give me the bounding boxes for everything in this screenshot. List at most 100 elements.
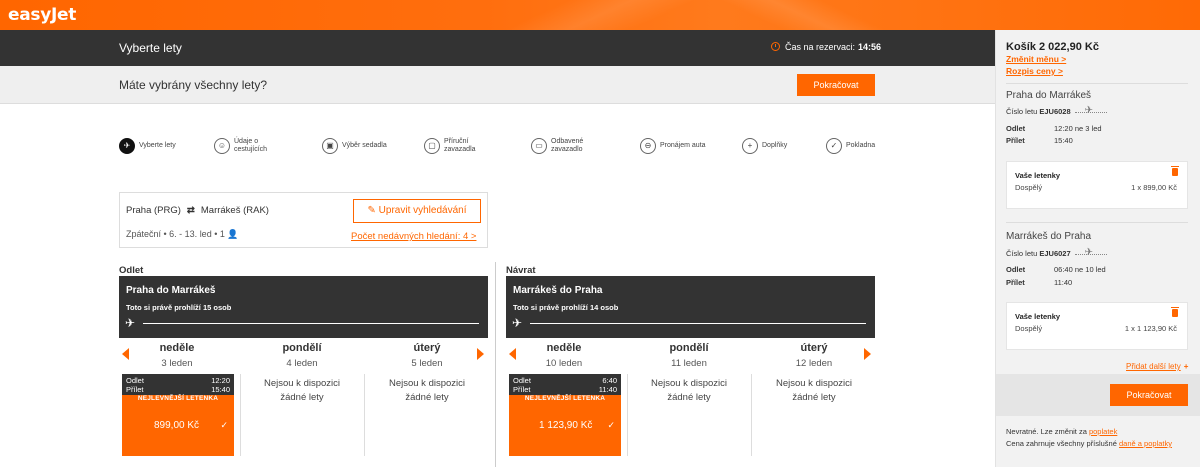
day-name: neděle [546, 342, 582, 354]
fare-price: 899,00 Kč [154, 420, 200, 431]
no-flights-line: Nejsou k dispozici [388, 378, 466, 389]
cart-total: Košík 2 022,90 Kč [1006, 41, 1099, 53]
timer-value: 14:56 [858, 42, 882, 52]
day-name: pondělí [669, 342, 709, 354]
inbound-viewers: Toto si právě prohlíží 14 osob [513, 303, 619, 312]
step-passenger-details[interactable]: ☺ Údaje o cestujících [214, 138, 282, 154]
dep-label: Odlet [126, 376, 144, 385]
continue-button-cart[interactable]: Pokračovat [1110, 384, 1188, 406]
day-date: 3 leden [161, 358, 193, 369]
step-label: Pronájem auta [660, 142, 706, 149]
day-name: pondělí [282, 342, 322, 354]
taxes-fees-link[interactable]: daně a poplatky [1119, 439, 1172, 448]
step-label: Vyberte lety [139, 142, 176, 149]
trip-details: Zpáteční • 6. - 13. led • 1 [126, 229, 225, 239]
arr-label: Přílet [513, 385, 531, 394]
note-text: Cena zahrnuje všechny příslušné [1006, 439, 1117, 448]
note-text: Nevratné. Lze změnit za [1006, 427, 1087, 436]
no-flights-notice: Nejsou k dispozici žádné lety [759, 377, 869, 405]
cart-divider [1006, 83, 1188, 84]
passenger-type: Dospělý [1015, 324, 1043, 333]
arr-value: 11:40 [1054, 278, 1073, 287]
day-name: neděle [159, 342, 195, 354]
no-flights-line: Nejsou k dispozici [263, 378, 341, 389]
clock-icon [771, 42, 780, 51]
step-car-rental[interactable]: ⊖ Pronájem auta [640, 138, 706, 154]
trip-info: Zpáteční • 6. - 13. led • 1 👤 [126, 229, 239, 240]
inbound-section-label: Návrat [506, 265, 536, 276]
top-brand-bar [0, 0, 1200, 30]
cart-segment-title: Marrákeš do Praha [1006, 231, 1092, 242]
tickets-title: Vaše letenky [1015, 312, 1061, 321]
no-flights-line: žádné lety [667, 392, 711, 403]
fare-times: Odlet 12:20 Přílet 15:40 [122, 374, 234, 395]
ticket-amount: 1 x 899,00 Kč [1131, 183, 1177, 192]
arr-time: 15:40 [211, 385, 230, 394]
recent-searches-link[interactable]: Počet nedávných hledání: 4 > [351, 231, 476, 242]
step-cabin-bags[interactable]: ▢ Příruční zavazadla [424, 138, 480, 154]
search-route: Praha (PRG) ⇄ Marrákeš (RAK) [126, 205, 269, 216]
fare-times: Odlet 6:40 Přílet 11:40 [509, 374, 621, 395]
day-name: úterý [800, 342, 828, 354]
step-checkout[interactable]: ✓ Pokladna [826, 138, 875, 154]
step-label: Pokladna [846, 142, 876, 149]
destination-airport: Marrákeš (RAK) [200, 205, 269, 216]
booking-timer: Čas na rezervaci: 14:56 [771, 42, 881, 52]
day-date: 4 leden [286, 358, 318, 369]
inbound-day-header[interactable]: pondělí 11 leden [639, 342, 739, 369]
inbound-next-days-arrow[interactable] [864, 348, 871, 360]
step-extras[interactable]: + Doplňky [742, 138, 787, 154]
swap-arrows-icon: ⇄ [186, 205, 195, 216]
outbound-section-label: Odlet [119, 265, 144, 276]
check-icon: ✓ [220, 420, 228, 430]
trash-icon[interactable] [1171, 166, 1179, 176]
pencil-icon: ✎ [367, 205, 376, 216]
day-date: 11 leden [671, 358, 707, 369]
outbound-fare-card[interactable]: Odlet 12:20 Přílet 15:40 NEJLEVNĚJŠÍ LETEN… [122, 374, 234, 456]
price-breakdown-link[interactable]: Rozpis ceny > [1006, 66, 1063, 76]
continue-button-top[interactable]: Pokračovat [797, 74, 875, 96]
step-seat-selection[interactable]: ▣ Výběr sedadla [322, 138, 387, 154]
outbound-day-header[interactable]: pondělí 4 leden [252, 342, 352, 369]
flight-number: EJU6027 [1039, 249, 1071, 258]
cart-segment-title: Praha do Marrákeš [1006, 90, 1092, 101]
edit-search-button[interactable]: ✎ Upravit vyhledávání [353, 199, 481, 223]
add-flights-link[interactable]: Přidat další lety + [1126, 362, 1188, 371]
route-line [143, 323, 479, 324]
flight-number: EJU6028 [1039, 107, 1071, 116]
plane-icon: ✈ [125, 316, 136, 330]
no-flights-line: žádné lety [405, 392, 449, 403]
outbound-next-days-arrow[interactable] [477, 348, 484, 360]
outbound-day-header[interactable]: úterý 5 leden [377, 342, 477, 369]
dep-time: 12:20 [211, 376, 230, 385]
step-label: Odbavené zavazadlo [551, 138, 584, 153]
outbound-day-header[interactable]: neděle 3 leden [127, 342, 227, 369]
flight-number-label: Číslo letu [1006, 249, 1038, 258]
cart-tickets-box: Vaše letenky Dospělý 1 x 899,00 Kč [1006, 161, 1188, 209]
no-flights-line: Nejsou k dispozici [775, 378, 853, 389]
cart-arrival: Přílet 11:40 [1006, 278, 1186, 287]
no-flights-line: žádné lety [792, 392, 836, 403]
step-label: Doplňky [762, 142, 788, 149]
plus-icon: + [742, 138, 758, 154]
outbound-viewers: Toto si právě prohlíží 15 osob [126, 303, 232, 312]
inbound-day-header[interactable]: neděle 10 leden [514, 342, 614, 369]
easyjet-logo[interactable]: easyJet [8, 5, 76, 25]
change-currency-link[interactable]: Změnit měnu > [1006, 54, 1066, 64]
inbound-fare-card[interactable]: Odlet 6:40 Přílet 11:40 NEJLEVNĚJŠÍ LETENK… [509, 374, 621, 456]
cart-flight-number: Číslo letu EJU6028 [1006, 105, 1107, 116]
step-select-flights[interactable]: ✈ Vyberte lety [119, 138, 176, 154]
fee-link[interactable]: poplatek [1089, 427, 1117, 436]
column-divider [240, 374, 241, 456]
passenger-type: Dospělý [1015, 183, 1043, 192]
page-title: Vyberte lety [119, 41, 182, 55]
trash-icon[interactable] [1171, 307, 1179, 317]
add-flights-label: Přidat další lety [1126, 362, 1181, 371]
selection-question: Máte vybrány všechny lety? [119, 78, 268, 92]
step-hold-luggage[interactable]: ▭ Odbavené zavazadlo [531, 138, 589, 154]
inbound-day-header[interactable]: úterý 12 leden [764, 342, 864, 369]
no-flights-line: Nejsou k dispozici [650, 378, 728, 389]
arr-label: Přílet [1006, 278, 1025, 287]
checkout-icon: ✓ [826, 138, 842, 154]
cart-tickets-box: Vaše letenky Dospělý 1 x 1 123,90 Kč [1006, 302, 1188, 350]
